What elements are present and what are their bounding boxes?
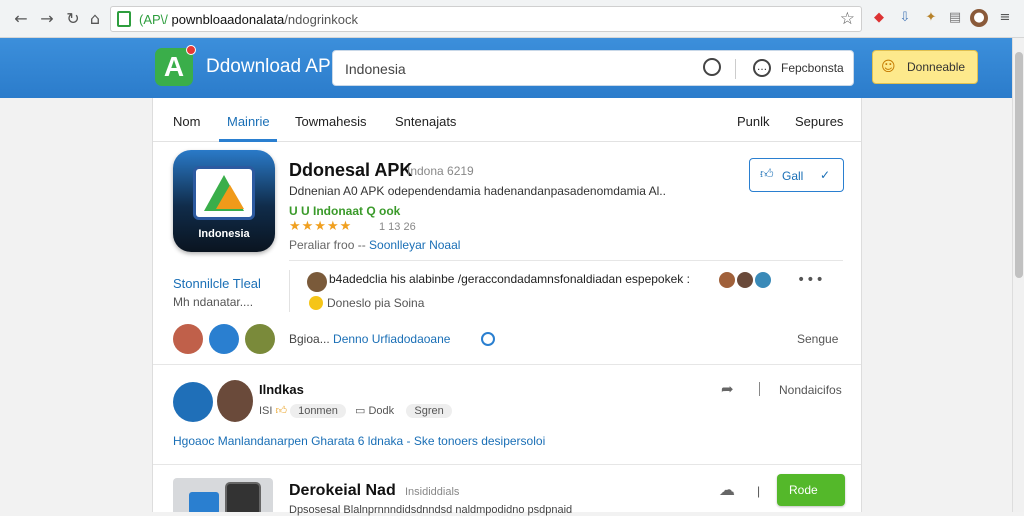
main-content: Nom Mainrie Towmahesis Sntenajats Punlk … (152, 98, 862, 516)
row-right-label[interactable]: Sengue (797, 332, 838, 346)
post2-title[interactable]: Derokeial Nad (289, 482, 396, 500)
post-description[interactable]: Hgoaoc Manlandanarpen Gharata 6 ldnaka -… (173, 434, 545, 448)
post-avatar-user[interactable] (217, 380, 253, 422)
like-icon[interactable]: 👍︎ (276, 405, 288, 417)
commenter-avatar[interactable] (307, 272, 327, 292)
brand-name[interactable]: Ddownload APK (206, 56, 343, 78)
address-bar[interactable]: (AP\/ pownbloaadonalata/ndogrinkock ☆ (110, 6, 862, 32)
search-divider (735, 59, 736, 79)
post-avatar-blue[interactable] (173, 382, 213, 422)
share-pill[interactable]: Sgren (406, 404, 452, 418)
info-icon[interactable] (481, 332, 495, 346)
url-text[interactable]: (AP\/ pownbloaadonalata/ndogrinkock (139, 12, 358, 27)
star-rating: ★★★★★ (289, 219, 353, 234)
comment-icon[interactable]: ▭ (355, 405, 365, 417)
download-button-label: Rode (789, 483, 818, 497)
app-tags: U U Indonaat Q ook (289, 204, 401, 218)
donate-label: Donneable (907, 60, 966, 74)
section-divider-2 (153, 464, 861, 465)
extension-doc-icon[interactable]: ▤ (946, 9, 964, 27)
extension-download-icon[interactable]: ⇩ (896, 9, 914, 27)
search-input[interactable] (345, 58, 695, 80)
post-meta: ISI 👍︎ 1onmen ▭ Dodk Sgren (259, 404, 452, 418)
comment-text: b4adedclia his alabinbe /geraccondadamns… (329, 272, 690, 286)
app-icon-caption: Indonesia (198, 228, 250, 240)
extension-shield-icon[interactable]: ◆ (870, 9, 888, 27)
row-text: Bgioa... Denno Urfiadodaoane (289, 332, 451, 346)
user-avatar-1[interactable] (173, 324, 203, 354)
reload-icon[interactable]: ↻ (62, 8, 84, 30)
tab-sntenajats[interactable]: Sntenajats (395, 114, 456, 129)
thumbs-up-icon: 👍︎ (760, 167, 774, 182)
app-description: Ddnenian A0 APK odependendamia hadenanda… (289, 184, 666, 198)
app-version: Indona 6219 (407, 164, 474, 178)
post-thumbnail[interactable] (173, 478, 273, 512)
tab-nom[interactable]: Nom (173, 114, 200, 129)
action-separator (759, 382, 760, 396)
search-side-label[interactable]: Fepcbonsta (781, 61, 844, 75)
post-right-label[interactable]: Nondaicifos (779, 383, 842, 397)
donate-icon: ☺ (881, 59, 896, 75)
rating-count: 1 13 26 (379, 221, 416, 233)
extension-puzzle-icon[interactable]: ✦ (922, 9, 940, 27)
secure-lock-icon (117, 11, 131, 27)
browser-toolbar: ← → ↻ ⌂ (AP\/ pownbloaadonalata/ndogrink… (0, 0, 1024, 38)
author-line: Peraliar froo -- Soonlleyar Noaal (289, 238, 461, 252)
tab-sepures[interactable]: Sepures (795, 114, 843, 129)
divider (289, 260, 843, 261)
share-icon[interactable]: ➦ (721, 380, 734, 398)
emoji-icon (309, 296, 323, 310)
get-button-label: Gall (782, 169, 804, 183)
donate-button[interactable]: ☺ Donneable (872, 50, 978, 84)
sidebar-subtext: Mh ndanatar.... (173, 295, 254, 309)
comment-subtext: Doneslo pia Soina (327, 296, 425, 310)
home-icon[interactable]: ⌂ (84, 8, 106, 30)
thumbnail-phone (225, 482, 261, 512)
app-icon[interactable]: Indonesia (173, 150, 275, 252)
download-button[interactable]: Rode (777, 474, 845, 506)
profile-avatar[interactable]: ● (970, 9, 988, 27)
forward-icon[interactable]: → (36, 8, 58, 30)
post2-description: Dpsosesal Blalnprnnndidsdnndsd naldmpodi… (289, 504, 573, 516)
row-link[interactable]: Denno Urfiadodaoane (333, 332, 450, 346)
bookmark-star-icon[interactable]: ☆ (840, 9, 855, 29)
chat-icon[interactable]: … (753, 59, 771, 77)
tab-punlk[interactable]: Punlk (737, 114, 770, 129)
reactor-avatar-1[interactable] (719, 272, 735, 288)
post-author-name[interactable]: Ilndkas (259, 382, 304, 397)
get-button[interactable]: 👍︎ Gall ✓ (749, 158, 844, 192)
search-icon[interactable] (703, 58, 721, 76)
app-icon-frame (193, 166, 255, 220)
thumbnail-tablet (189, 492, 219, 512)
share-square-icon[interactable] (209, 324, 239, 354)
sidebar-link[interactable]: Stonnilcle Tleal (173, 276, 261, 291)
cloud-upload-icon[interactable]: ☁ (719, 480, 735, 499)
notification-dot (186, 45, 196, 55)
back-icon[interactable]: ← (10, 8, 32, 30)
reactor-avatar-3[interactable] (755, 272, 771, 288)
comment-count[interactable]: Dodk (368, 405, 394, 417)
menu-icon[interactable]: ≡ (996, 9, 1014, 27)
app-logo-triangle-inner (216, 185, 244, 209)
scrollbar-thumb[interactable] (1015, 52, 1023, 278)
site-header: A Ddownload APK … Fepcbonsta ☺ Donneable (0, 38, 1024, 98)
reactor-avatar-2[interactable] (737, 272, 753, 288)
post2-separator: | (757, 484, 761, 498)
author-link[interactable]: Soonlleyar Noaal (369, 238, 460, 252)
site-logo[interactable]: A (155, 45, 196, 86)
tab-bar: Nom Mainrie Towmahesis Sntenajats Punlk … (153, 98, 861, 142)
page-scrollbar[interactable] (1012, 38, 1024, 512)
user-avatar-2[interactable] (245, 324, 275, 354)
active-tab-indicator (219, 139, 277, 142)
check-icon: ✓ (820, 168, 831, 182)
search-box: … Fepcbonsta (332, 50, 854, 86)
tab-towmahesis[interactable]: Towmahesis (295, 114, 367, 129)
like-count[interactable]: 1onmen (290, 404, 346, 418)
section-divider (153, 364, 861, 365)
tab-mainrie[interactable]: Mainrie (227, 114, 270, 129)
post2-subtitle: Insididdials (405, 486, 460, 498)
vertical-divider (289, 270, 290, 312)
more-options-icon[interactable]: ••• (797, 272, 825, 288)
app-title: Ddonesal APK (289, 160, 413, 180)
